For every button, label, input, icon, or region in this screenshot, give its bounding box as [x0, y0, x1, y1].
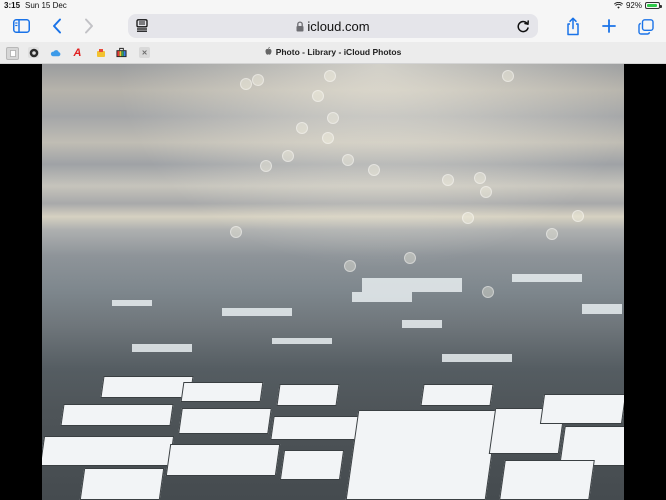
lens-flare [572, 210, 584, 222]
lens-flare [324, 70, 336, 82]
snow-patch [352, 292, 412, 302]
lens-flare [546, 228, 558, 240]
lens-flare [312, 90, 324, 102]
snow-patch [362, 278, 462, 292]
snow-field [100, 376, 194, 398]
apple-logo-icon [265, 46, 272, 57]
snow-patch [582, 304, 622, 314]
back-chevron-icon[interactable] [50, 18, 64, 34]
sidebar-icon[interactable] [12, 18, 30, 34]
share-icon[interactable] [565, 16, 581, 36]
lens-flare [230, 226, 242, 238]
tabs-overview-icon[interactable] [637, 18, 655, 36]
lens-flare [442, 174, 454, 186]
lens-flare [474, 172, 486, 184]
lens-flare [462, 212, 474, 224]
battery-level [647, 4, 658, 7]
status-time: 3:15 [4, 1, 21, 10]
url-text-wrap: icloud.com [128, 19, 538, 35]
snow-patch [512, 274, 582, 282]
lens-flare [252, 74, 264, 86]
snow-patch [132, 344, 192, 352]
sky-glare [42, 64, 624, 326]
snow-patch [222, 308, 292, 316]
wifi-icon [613, 2, 623, 9]
browser-toolbar: icloud.com [0, 12, 666, 42]
battery-icon [645, 2, 662, 9]
snow-patch [272, 338, 332, 344]
lens-flare [282, 150, 294, 162]
battery-percent: 92% [625, 1, 642, 10]
status-bar: 3:15 Sun 15 Dec 92% [0, 0, 666, 12]
lens-flare [404, 252, 416, 264]
snow-field [178, 408, 272, 434]
tab-bar: A ✕ Photo - Library - iCloud Photos [0, 42, 666, 64]
snow-field [60, 404, 174, 426]
lens-flare [502, 70, 514, 82]
snow-field [42, 436, 175, 466]
snow-field [420, 384, 494, 406]
lens-flare [296, 122, 308, 134]
snow-patch [402, 320, 442, 328]
forward-chevron-icon[interactable] [82, 18, 96, 34]
status-date: Sun 15 Dec [25, 1, 67, 10]
address-bar[interactable]: icloud.com [128, 14, 538, 38]
snow-field [79, 468, 165, 500]
lens-flare [322, 132, 334, 144]
lens-flare [482, 286, 494, 298]
snow-patch [442, 354, 512, 362]
plus-icon[interactable] [601, 18, 617, 34]
lens-flare [240, 78, 252, 90]
tab-title-text: Photo - Library - iCloud Photos [275, 47, 402, 57]
lens-flare [260, 160, 272, 172]
lens-flare [368, 164, 380, 176]
photo-viewer [0, 64, 666, 500]
snow-field [165, 444, 281, 476]
snow-field [279, 450, 345, 480]
active-tab[interactable]: Photo - Library - iCloud Photos [0, 46, 666, 57]
snow-field [345, 410, 499, 500]
lens-flare [342, 154, 354, 166]
lens-flare [327, 112, 339, 124]
snow-patch [112, 300, 152, 306]
snow-field [539, 394, 624, 424]
reload-icon[interactable] [517, 19, 530, 38]
snow-field [276, 384, 340, 406]
lens-flare [480, 186, 492, 198]
status-right: 92% [613, 1, 662, 10]
lock-icon [296, 20, 304, 35]
url-text: icloud.com [307, 19, 370, 34]
snow-field [180, 382, 264, 402]
lens-flare [344, 260, 356, 272]
aerial-winter-photo[interactable] [42, 64, 624, 500]
snow-field [499, 460, 595, 500]
